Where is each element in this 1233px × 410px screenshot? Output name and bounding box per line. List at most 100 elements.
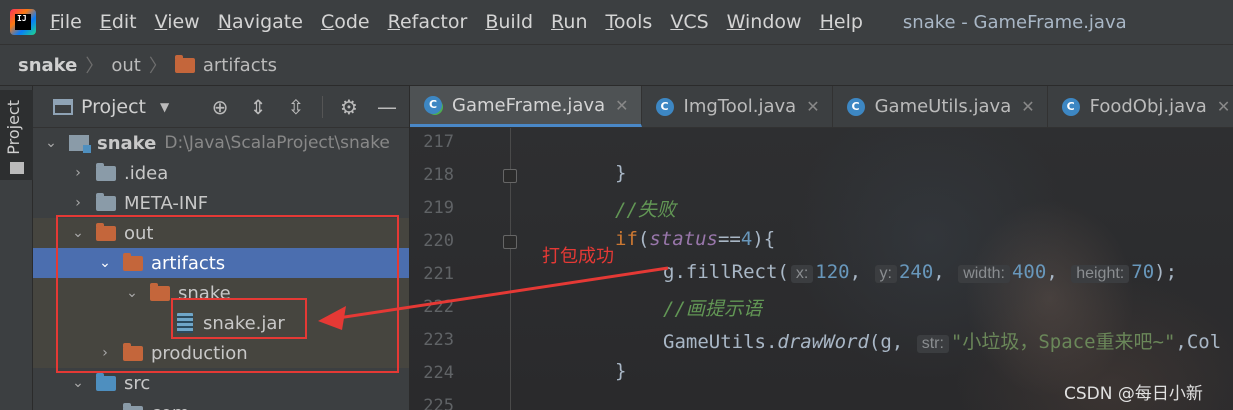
folder-icon bbox=[96, 222, 116, 241]
line-number: 225 bbox=[423, 396, 454, 410]
menu-window[interactable]: Window bbox=[727, 11, 802, 33]
close-icon[interactable]: ✕ bbox=[615, 96, 628, 115]
project-panel-title[interactable]: Project bbox=[81, 96, 146, 118]
tab-gameutils[interactable]: C GameUtils.java ✕ bbox=[833, 86, 1048, 127]
close-icon[interactable]: ✕ bbox=[1217, 97, 1230, 116]
parameter-hint: x: bbox=[790, 265, 814, 283]
java-class-icon: C bbox=[655, 97, 674, 116]
menu-build[interactable]: Build bbox=[485, 11, 533, 33]
code-token: ){ bbox=[752, 228, 776, 250]
line-number: 223 bbox=[423, 330, 454, 350]
breadcrumb-project[interactable]: snake bbox=[18, 55, 77, 76]
collapse-all-icon[interactable]: ⇳ bbox=[284, 95, 308, 119]
tree-item-com[interactable]: ⌄ com bbox=[33, 398, 409, 410]
editor-area: C GameFrame.java ✕ C ImgTool.java ✕ C Ga… bbox=[410, 86, 1233, 410]
menu-code[interactable]: Code bbox=[321, 11, 370, 33]
folder-icon bbox=[10, 162, 24, 174]
chevron-down-icon[interactable]: ⌄ bbox=[97, 255, 113, 271]
tree-item-label: snake bbox=[97, 132, 157, 154]
chevron-down-icon[interactable]: ⌄ bbox=[43, 135, 59, 151]
tree-item-idea[interactable]: › .idea bbox=[33, 158, 409, 188]
line-number: 217 bbox=[423, 132, 454, 152]
tree-item-snake-root[interactable]: ⌄ snake D:\Java\ScalaProject\snake bbox=[33, 128, 409, 158]
parameter-hint: height: bbox=[1071, 265, 1130, 283]
gear-icon[interactable]: ⚙ bbox=[337, 95, 361, 119]
chevron-right-icon[interactable]: › bbox=[97, 345, 113, 361]
tree-item-out[interactable]: ⌄ out bbox=[33, 218, 409, 248]
project-tool-tab[interactable]: Project bbox=[0, 90, 33, 180]
line-number: 222 bbox=[423, 297, 454, 317]
code-token: ( bbox=[637, 228, 650, 250]
tree-item-snake-jar[interactable]: snake.jar bbox=[33, 308, 409, 338]
tab-imgtool[interactable]: C ImgTool.java ✕ bbox=[642, 86, 833, 127]
expand-all-icon[interactable]: ⇕ bbox=[246, 95, 270, 119]
java-class-icon: C bbox=[424, 96, 442, 114]
breadcrumb-separator-icon: 〉 bbox=[148, 56, 167, 77]
fold-marker-icon[interactable] bbox=[503, 235, 517, 249]
package-icon bbox=[123, 402, 143, 410]
breadcrumb-artifacts[interactable]: artifacts bbox=[203, 55, 277, 76]
line-number: 221 bbox=[423, 264, 454, 284]
parameter-hint: width: bbox=[958, 265, 1010, 283]
line-number: 220 bbox=[423, 231, 454, 251]
menu-help[interactable]: Help bbox=[820, 11, 863, 33]
tab-gameframe[interactable]: C GameFrame.java ✕ bbox=[410, 86, 642, 127]
code-comment: //失败 bbox=[615, 199, 676, 221]
tree-item-label: snake.jar bbox=[203, 312, 285, 334]
menu-view[interactable]: View bbox=[155, 11, 200, 33]
editor-tab-bar: C GameFrame.java ✕ C ImgTool.java ✕ C Ga… bbox=[410, 86, 1233, 128]
tree-item-label: out bbox=[124, 222, 154, 244]
breadcrumb-out[interactable]: out bbox=[111, 55, 140, 76]
tree-item-artifacts[interactable]: ⌄ artifacts bbox=[33, 248, 409, 278]
jar-file-icon bbox=[177, 313, 193, 333]
code-method: drawWord bbox=[777, 331, 869, 353]
tree-item-label: snake bbox=[178, 282, 231, 304]
tree-item-path: D:\Java\ScalaProject\snake bbox=[164, 133, 390, 153]
folder-icon bbox=[96, 192, 116, 211]
project-panel: Project ▼ ⊕ ⇕ ⇳ ⚙ — ⌄ snake D:\Java\Scal… bbox=[33, 86, 410, 410]
code-keyword: if bbox=[615, 228, 638, 250]
close-icon[interactable]: ✕ bbox=[1021, 97, 1034, 116]
tree-item-production[interactable]: › production bbox=[33, 338, 409, 368]
chevron-right-icon[interactable]: › bbox=[70, 165, 86, 181]
source-folder-icon bbox=[96, 372, 116, 391]
minimize-icon[interactable]: — bbox=[375, 95, 399, 119]
chevron-down-icon[interactable]: ⌄ bbox=[97, 405, 113, 410]
tree-item-meta-inf[interactable]: › META-INF bbox=[33, 188, 409, 218]
window-title: snake - GameFrame.java bbox=[902, 11, 1127, 33]
code-line-221: g.fillRect(x: 120, y: 240, width: 400, heig… bbox=[663, 261, 1178, 283]
tree-item-snake-artifact[interactable]: ⌄ snake bbox=[33, 278, 409, 308]
menu-file[interactable]: File bbox=[50, 11, 82, 33]
menu-vcs[interactable]: VCS bbox=[670, 11, 708, 33]
code-token: g.fillRect( bbox=[663, 261, 789, 283]
menu-navigate[interactable]: Navigate bbox=[218, 11, 303, 33]
tree-item-src[interactable]: ⌄ src bbox=[33, 368, 409, 398]
menu-run[interactable]: Run bbox=[551, 11, 587, 33]
folder-icon bbox=[150, 282, 170, 301]
chevron-down-icon[interactable]: ▼ bbox=[160, 100, 169, 114]
code-token: == bbox=[717, 228, 741, 250]
chevron-down-icon[interactable]: ⌄ bbox=[70, 375, 86, 391]
annotation-label: 打包成功 bbox=[542, 246, 614, 267]
watermark: CSDN @每日小新 bbox=[1064, 384, 1203, 404]
close-icon[interactable]: ✕ bbox=[806, 97, 819, 116]
menu-refactor[interactable]: Refactor bbox=[388, 11, 468, 33]
intellij-logo-icon[interactable]: IJ bbox=[10, 9, 36, 35]
parameter-hint: y: bbox=[874, 265, 897, 283]
chevron-down-icon[interactable]: ⌄ bbox=[124, 285, 140, 301]
tab-foodobj[interactable]: C FoodObj.java ✕ bbox=[1048, 86, 1233, 127]
code-number: 4 bbox=[740, 228, 753, 250]
chevron-right-icon[interactable]: › bbox=[70, 195, 86, 211]
tree-item-label: production bbox=[151, 342, 248, 364]
module-icon bbox=[69, 135, 91, 153]
code-token: ,Col bbox=[1175, 331, 1222, 353]
menu-tools[interactable]: Tools bbox=[606, 11, 653, 33]
fold-marker-icon[interactable] bbox=[503, 169, 517, 183]
locate-crosshair-icon[interactable]: ⊕ bbox=[208, 95, 232, 119]
code-token: (g, bbox=[868, 331, 904, 353]
tree-item-label: src bbox=[124, 372, 151, 394]
tree-item-label: com bbox=[151, 403, 189, 410]
chevron-down-icon[interactable]: ⌄ bbox=[70, 225, 86, 241]
menu-edit[interactable]: Edit bbox=[100, 11, 137, 33]
code-number: 120 bbox=[815, 261, 850, 283]
